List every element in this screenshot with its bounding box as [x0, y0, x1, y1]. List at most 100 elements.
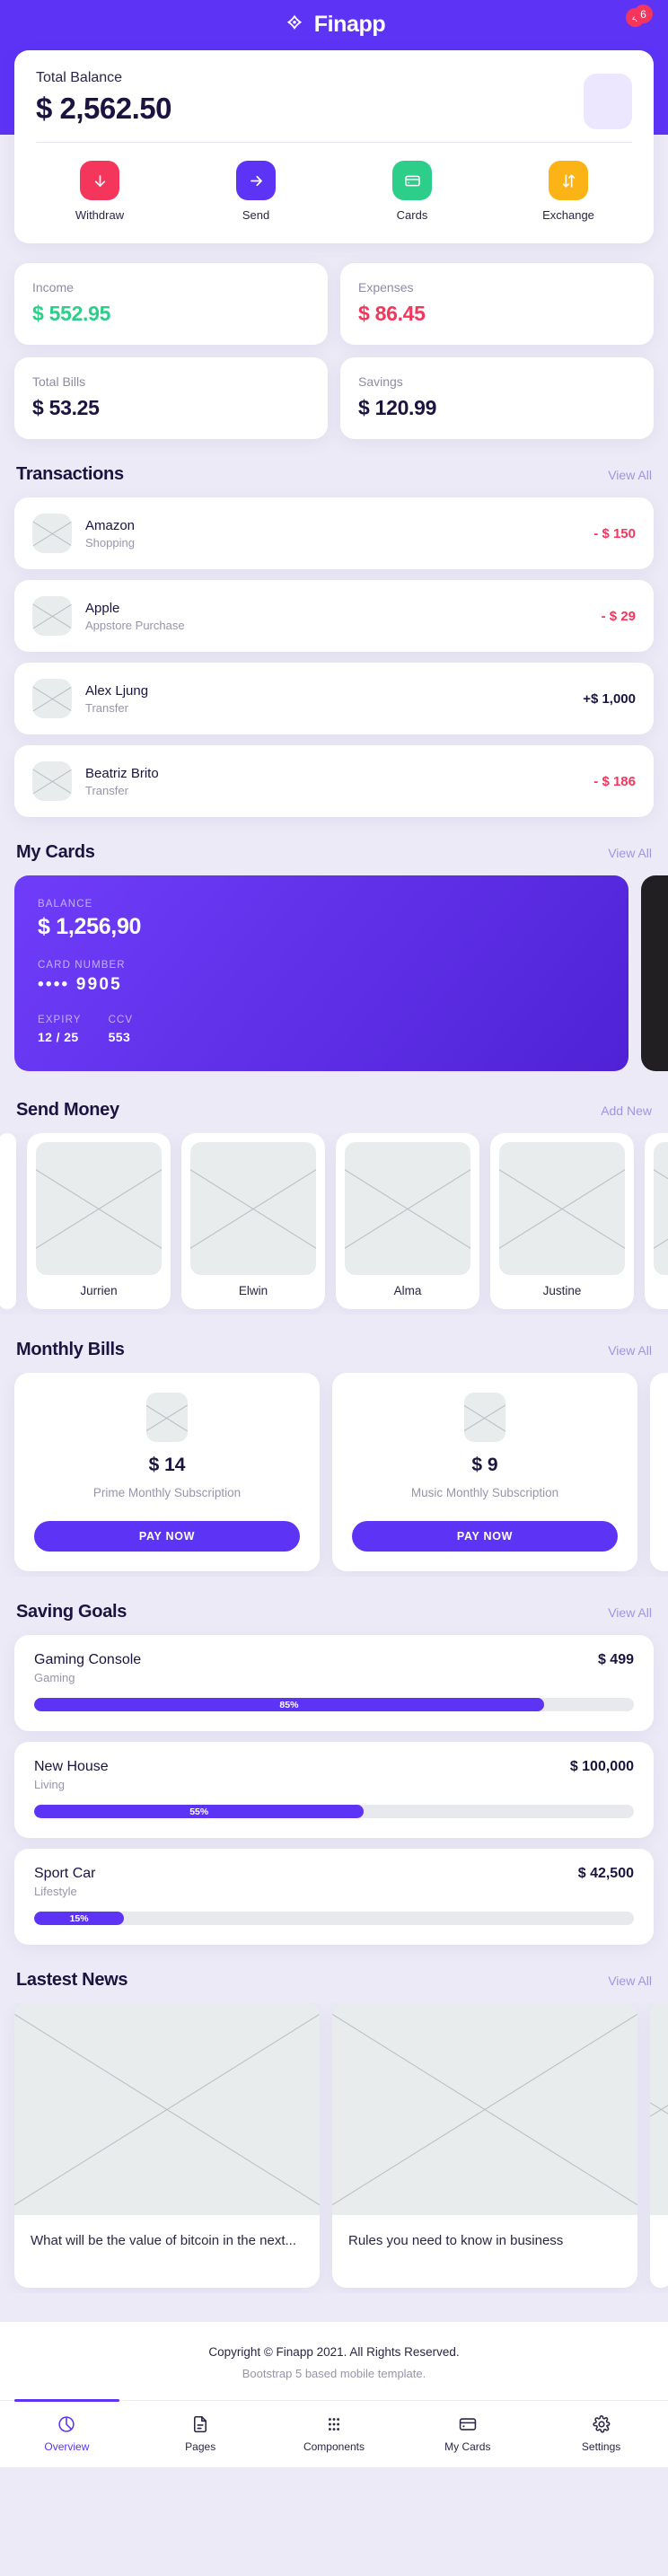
goal-text: Gaming Console Gaming	[34, 1652, 141, 1684]
news-card-next-peek[interactable]	[650, 2003, 668, 2288]
template-note: Bootstrap 5 based mobile template.	[242, 2366, 426, 2380]
goal-category: Lifestyle	[34, 1885, 77, 1898]
card-number-block: CARD NUMBER •••• 9905	[38, 960, 605, 995]
contact-name: Jurrien	[80, 1284, 118, 1297]
transaction-amount: - $ 29	[601, 608, 636, 624]
contact-photo-placeholder	[654, 1142, 668, 1275]
contact-card-clipped[interactable]	[0, 1133, 16, 1309]
balance-decorative-placeholder	[584, 74, 632, 129]
stat-value: $ 552.95	[32, 302, 111, 325]
stat-card-total-bills[interactable]: Total Bills $ 53.25	[14, 357, 328, 439]
brand-name: Finapp	[313, 12, 386, 37]
action-exchange[interactable]: Exchange	[530, 161, 607, 222]
merchant-logo-placeholder	[32, 596, 72, 636]
list-item[interactable]: Jurrien	[27, 1133, 171, 1309]
action-send[interactable]: Send	[217, 161, 294, 222]
exchange-arrows-icon	[549, 161, 588, 200]
action-label: Send	[242, 208, 270, 222]
nav-item-my-cards[interactable]: My Cards	[400, 2401, 534, 2467]
action-cards[interactable]: Cards	[374, 161, 451, 222]
stat-card-income[interactable]: Income $ 552.95	[14, 263, 328, 345]
stat-label: Total Bills	[32, 374, 86, 389]
card-balance-value: $ 1,256,90	[38, 914, 142, 939]
list-item[interactable]: Justine	[490, 1133, 634, 1309]
news-card[interactable]: Rules you need to know in business	[332, 2003, 637, 2288]
card-expiry-label: EXPIRY	[38, 1015, 82, 1025]
bills-carousel[interactable]: $ 14 Prime Monthly Subscription PAY NOW …	[0, 1373, 668, 1577]
contact-card-next-peek[interactable]	[645, 1133, 668, 1309]
bill-description: Music Monthly Subscription	[410, 1486, 559, 1499]
bill-card[interactable]: $ 9 Music Monthly Subscription PAY NOW	[332, 1373, 637, 1571]
list-item[interactable]: Alma	[336, 1133, 479, 1309]
total-balance-label: Total Balance	[36, 70, 123, 85]
action-withdraw[interactable]: Withdraw	[61, 161, 138, 222]
monthly-bills-view-all-link[interactable]: View All	[608, 1343, 652, 1358]
transaction-info: Beatriz Brito Transfer	[85, 766, 593, 797]
nav-item-pages[interactable]: Pages	[134, 2401, 268, 2467]
list-item[interactable]: Gaming Console Gaming $ 499 85%	[14, 1635, 654, 1731]
contacts-carousel[interactable]: Jurrien Elwin Alma Justine	[0, 1133, 668, 1314]
brand: Finapp	[283, 12, 386, 38]
list-item[interactable]: Sport Car Lifestyle $ 42,500 15%	[14, 1849, 654, 1945]
pay-now-button[interactable]: PAY NOW	[34, 1521, 300, 1552]
bill-amount: $ 14	[148, 1455, 186, 1475]
goal-header: Sport Car Lifestyle $ 42,500	[34, 1866, 634, 1898]
stat-card-expenses[interactable]: Expenses $ 86.45	[340, 263, 654, 345]
nav-label: Pages	[185, 2440, 216, 2453]
saving-goals-list: Gaming Console Gaming $ 499 85% New Hous…	[14, 1635, 654, 1945]
credit-card-icon	[392, 161, 432, 200]
stat-value: $ 53.25	[32, 396, 100, 419]
list-item[interactable]: Elwin	[181, 1133, 325, 1309]
bill-card[interactable]: $ 14 Prime Monthly Subscription PAY NOW	[14, 1373, 320, 1571]
pay-now-button[interactable]: PAY NOW	[352, 1521, 618, 1552]
nav-label: Settings	[581, 2440, 621, 2453]
list-item[interactable]: New House Living $ 100,000 55%	[14, 1742, 654, 1838]
my-cards-view-all-link[interactable]: View All	[608, 846, 652, 860]
news-card[interactable]: What will be the value of bitcoin in the…	[14, 2003, 320, 2288]
progress-bar-track: 55%	[34, 1805, 634, 1818]
bill-logo-placeholder	[464, 1393, 505, 1442]
credit-card-secondary-peek[interactable]	[641, 875, 668, 1071]
table-row[interactable]: Apple Appstore Purchase - $ 29	[14, 580, 654, 652]
transactions-view-all-link[interactable]: View All	[608, 468, 652, 482]
goal-amount: $ 499	[597, 1652, 634, 1667]
news-view-all-link[interactable]: View All	[608, 1974, 652, 1988]
action-label: Withdraw	[75, 208, 125, 222]
transaction-name: Amazon	[85, 517, 136, 533]
table-row[interactable]: Beatriz Brito Transfer - $ 186	[14, 745, 654, 817]
nav-label: Overview	[44, 2440, 90, 2453]
send-money-add-new-link[interactable]: Add New	[601, 1103, 652, 1118]
transactions-section-header: Transactions View All	[0, 464, 668, 485]
goal-header: New House Living $ 100,000	[34, 1759, 634, 1791]
stat-label: Savings	[358, 374, 403, 389]
my-cards-section-header: My Cards View All	[0, 842, 668, 863]
cards-carousel[interactable]: BALANCE $ 1,256,90 CARD NUMBER •••• 9905…	[0, 875, 668, 1075]
nav-item-components[interactable]: Components	[268, 2401, 401, 2467]
news-carousel[interactable]: What will be the value of bitcoin in the…	[0, 2003, 668, 2293]
page-title: My Cards	[16, 842, 95, 862]
credit-card-primary[interactable]: BALANCE $ 1,256,90 CARD NUMBER •••• 9905…	[14, 875, 628, 1071]
table-row[interactable]: Alex Ljung Transfer +$ 1,000	[14, 663, 654, 734]
table-row[interactable]: Amazon Shopping - $ 150	[14, 497, 654, 569]
transaction-name: Alex Ljung	[85, 682, 149, 699]
bill-logo-placeholder	[146, 1393, 188, 1442]
nav-item-settings[interactable]: Settings	[534, 2401, 668, 2467]
avatar-badge: 6	[634, 4, 653, 23]
news-image-placeholder	[650, 2003, 668, 2215]
stat-card-savings[interactable]: Savings $ 120.99	[340, 357, 654, 439]
transaction-name: Beatriz Brito	[85, 765, 159, 781]
nav-item-overview[interactable]: Overview	[0, 2398, 134, 2467]
progress-bar-fill: 55%	[34, 1805, 365, 1818]
transaction-category: Shopping	[85, 535, 135, 549]
transaction-name: Apple	[85, 600, 120, 616]
transaction-category: Transfer	[85, 700, 128, 715]
credit-card-icon	[458, 2414, 478, 2434]
arrow-down-icon	[80, 161, 119, 200]
finapp-logo-icon	[283, 13, 306, 37]
card-balance-label: BALANCE	[38, 899, 93, 910]
saving-goals-view-all-link[interactable]: View All	[608, 1605, 652, 1620]
bill-card-next-peek[interactable]	[650, 1373, 668, 1571]
progress-bar-track: 85%	[34, 1698, 634, 1711]
transactions-list: Amazon Shopping - $ 150 Apple Appstore P…	[14, 497, 654, 817]
page-title: Saving Goals	[16, 1602, 127, 1622]
